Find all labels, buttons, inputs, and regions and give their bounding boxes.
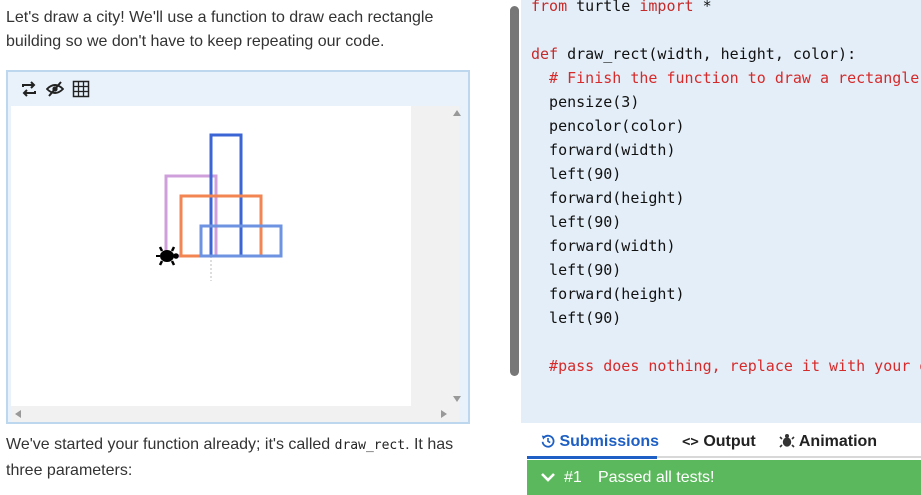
left-pane: Let's draw a city! We'll use a function …	[0, 0, 510, 495]
function-name-code: draw_rect	[334, 438, 406, 453]
repeat-icon[interactable]	[20, 80, 38, 98]
output-tabs: Submissions <> Output Animation	[521, 423, 921, 460]
pink-building	[164, 174, 218, 258]
tab-submissions-label: Submissions	[559, 433, 660, 450]
code-token: left(90)	[531, 261, 622, 279]
instruction-line-2: three parameters:	[6, 462, 133, 479]
code-brackets-icon: <>	[682, 434, 699, 450]
instruction-suffix: . It has	[405, 436, 454, 453]
scroll-up-icon[interactable]	[453, 110, 461, 116]
tab-baseline	[657, 456, 921, 458]
code-line[interactable]: left(90)	[531, 306, 921, 330]
code-line[interactable]: from turtle import *	[531, 0, 921, 18]
code-token: *	[693, 0, 712, 15]
code-token: import	[639, 0, 694, 15]
code-line[interactable]	[531, 330, 921, 354]
pane-divider[interactable]	[510, 0, 521, 495]
code-token: turtle	[567, 0, 640, 15]
code-line[interactable]: forward(width)	[531, 234, 921, 258]
code-line[interactable]	[531, 18, 921, 42]
instruction-text: We've started your function already; it'…	[6, 432, 476, 483]
code-token: forward(height)	[531, 285, 685, 303]
code-token: from	[531, 0, 568, 15]
turtle-drawing	[156, 133, 283, 281]
submission-number: #1	[564, 469, 582, 486]
hide-icon[interactable]	[46, 80, 64, 98]
chevron-down-icon[interactable]	[541, 460, 555, 495]
code-token: draw_rect(width, height, color):	[558, 45, 857, 63]
submission-status: Passed all tests!	[598, 469, 715, 486]
turtle-small-icon	[779, 434, 795, 448]
code-token: # Finish the function to draw a rectangl…	[531, 69, 921, 87]
code-line[interactable]: forward(height)	[531, 186, 921, 210]
code-token: left(90)	[531, 213, 622, 231]
code-text[interactable]: from turtle import * def draw_rect(width…	[531, 0, 921, 378]
tab-animation-label: Animation	[798, 433, 878, 450]
code-line[interactable]: left(90)	[531, 258, 921, 282]
code-token: left(90)	[531, 165, 622, 183]
tab-animation[interactable]: Animation	[779, 433, 877, 455]
code-token: left(90)	[531, 309, 622, 327]
code-token: forward(width)	[531, 237, 676, 255]
code-token: def	[531, 45, 559, 63]
canvas-toolbar	[8, 72, 468, 106]
code-token: pencolor(color)	[531, 117, 685, 135]
code-line[interactable]: forward(width)	[531, 138, 921, 162]
horizontal-scrollbar[interactable]	[11, 406, 459, 422]
grid-icon[interactable]	[72, 80, 90, 98]
scroll-down-icon[interactable]	[453, 396, 461, 402]
code-line[interactable]: def draw_rect(width, height, color):	[531, 42, 921, 66]
turtle-canvas-frame	[6, 70, 470, 424]
active-tab-underline	[527, 456, 657, 459]
code-line[interactable]: pencolor(color)	[531, 114, 921, 138]
instruction-prefix: We've started your function already; it'…	[6, 436, 335, 453]
history-icon	[541, 434, 555, 448]
code-line[interactable]: left(90)	[531, 162, 921, 186]
scroll-right-icon[interactable]	[441, 410, 447, 418]
turtle-viewport[interactable]	[11, 106, 411, 406]
code-line[interactable]: left(90)	[531, 210, 921, 234]
intro-line-2: building so we don't have to keep repeat…	[6, 33, 385, 50]
scroll-left-icon[interactable]	[15, 410, 21, 418]
code-token: forward(height)	[531, 189, 685, 207]
code-line[interactable]: forward(height)	[531, 282, 921, 306]
instruction-line-1: We've started your function already; it'…	[6, 432, 476, 458]
code-token: forward(width)	[531, 141, 676, 159]
tab-output[interactable]: <> Output	[682, 433, 756, 455]
submission-result[interactable]: #1 Passed all tests!	[527, 460, 921, 495]
tab-output-label: Output	[703, 433, 756, 450]
intro-line-1: Let's draw a city! We'll use a function …	[6, 9, 434, 26]
code-line[interactable]: # Finish the function to draw a rectangl…	[531, 66, 921, 90]
pane-scroll-thumb[interactable]	[510, 6, 519, 376]
code-line[interactable]: #pass does nothing, replace it with your…	[531, 354, 921, 378]
tab-submissions[interactable]: Submissions	[541, 433, 659, 455]
code-line[interactable]: pensize(3)	[531, 90, 921, 114]
code-token: pensize(3)	[531, 93, 640, 111]
intro-text: Let's draw a city! We'll use a function …	[6, 6, 476, 54]
code-editor[interactable]: from turtle import * def draw_rect(width…	[521, 0, 921, 423]
vertical-scrollbar[interactable]	[411, 106, 461, 406]
code-token: #pass does nothing, replace it with your…	[531, 357, 921, 375]
